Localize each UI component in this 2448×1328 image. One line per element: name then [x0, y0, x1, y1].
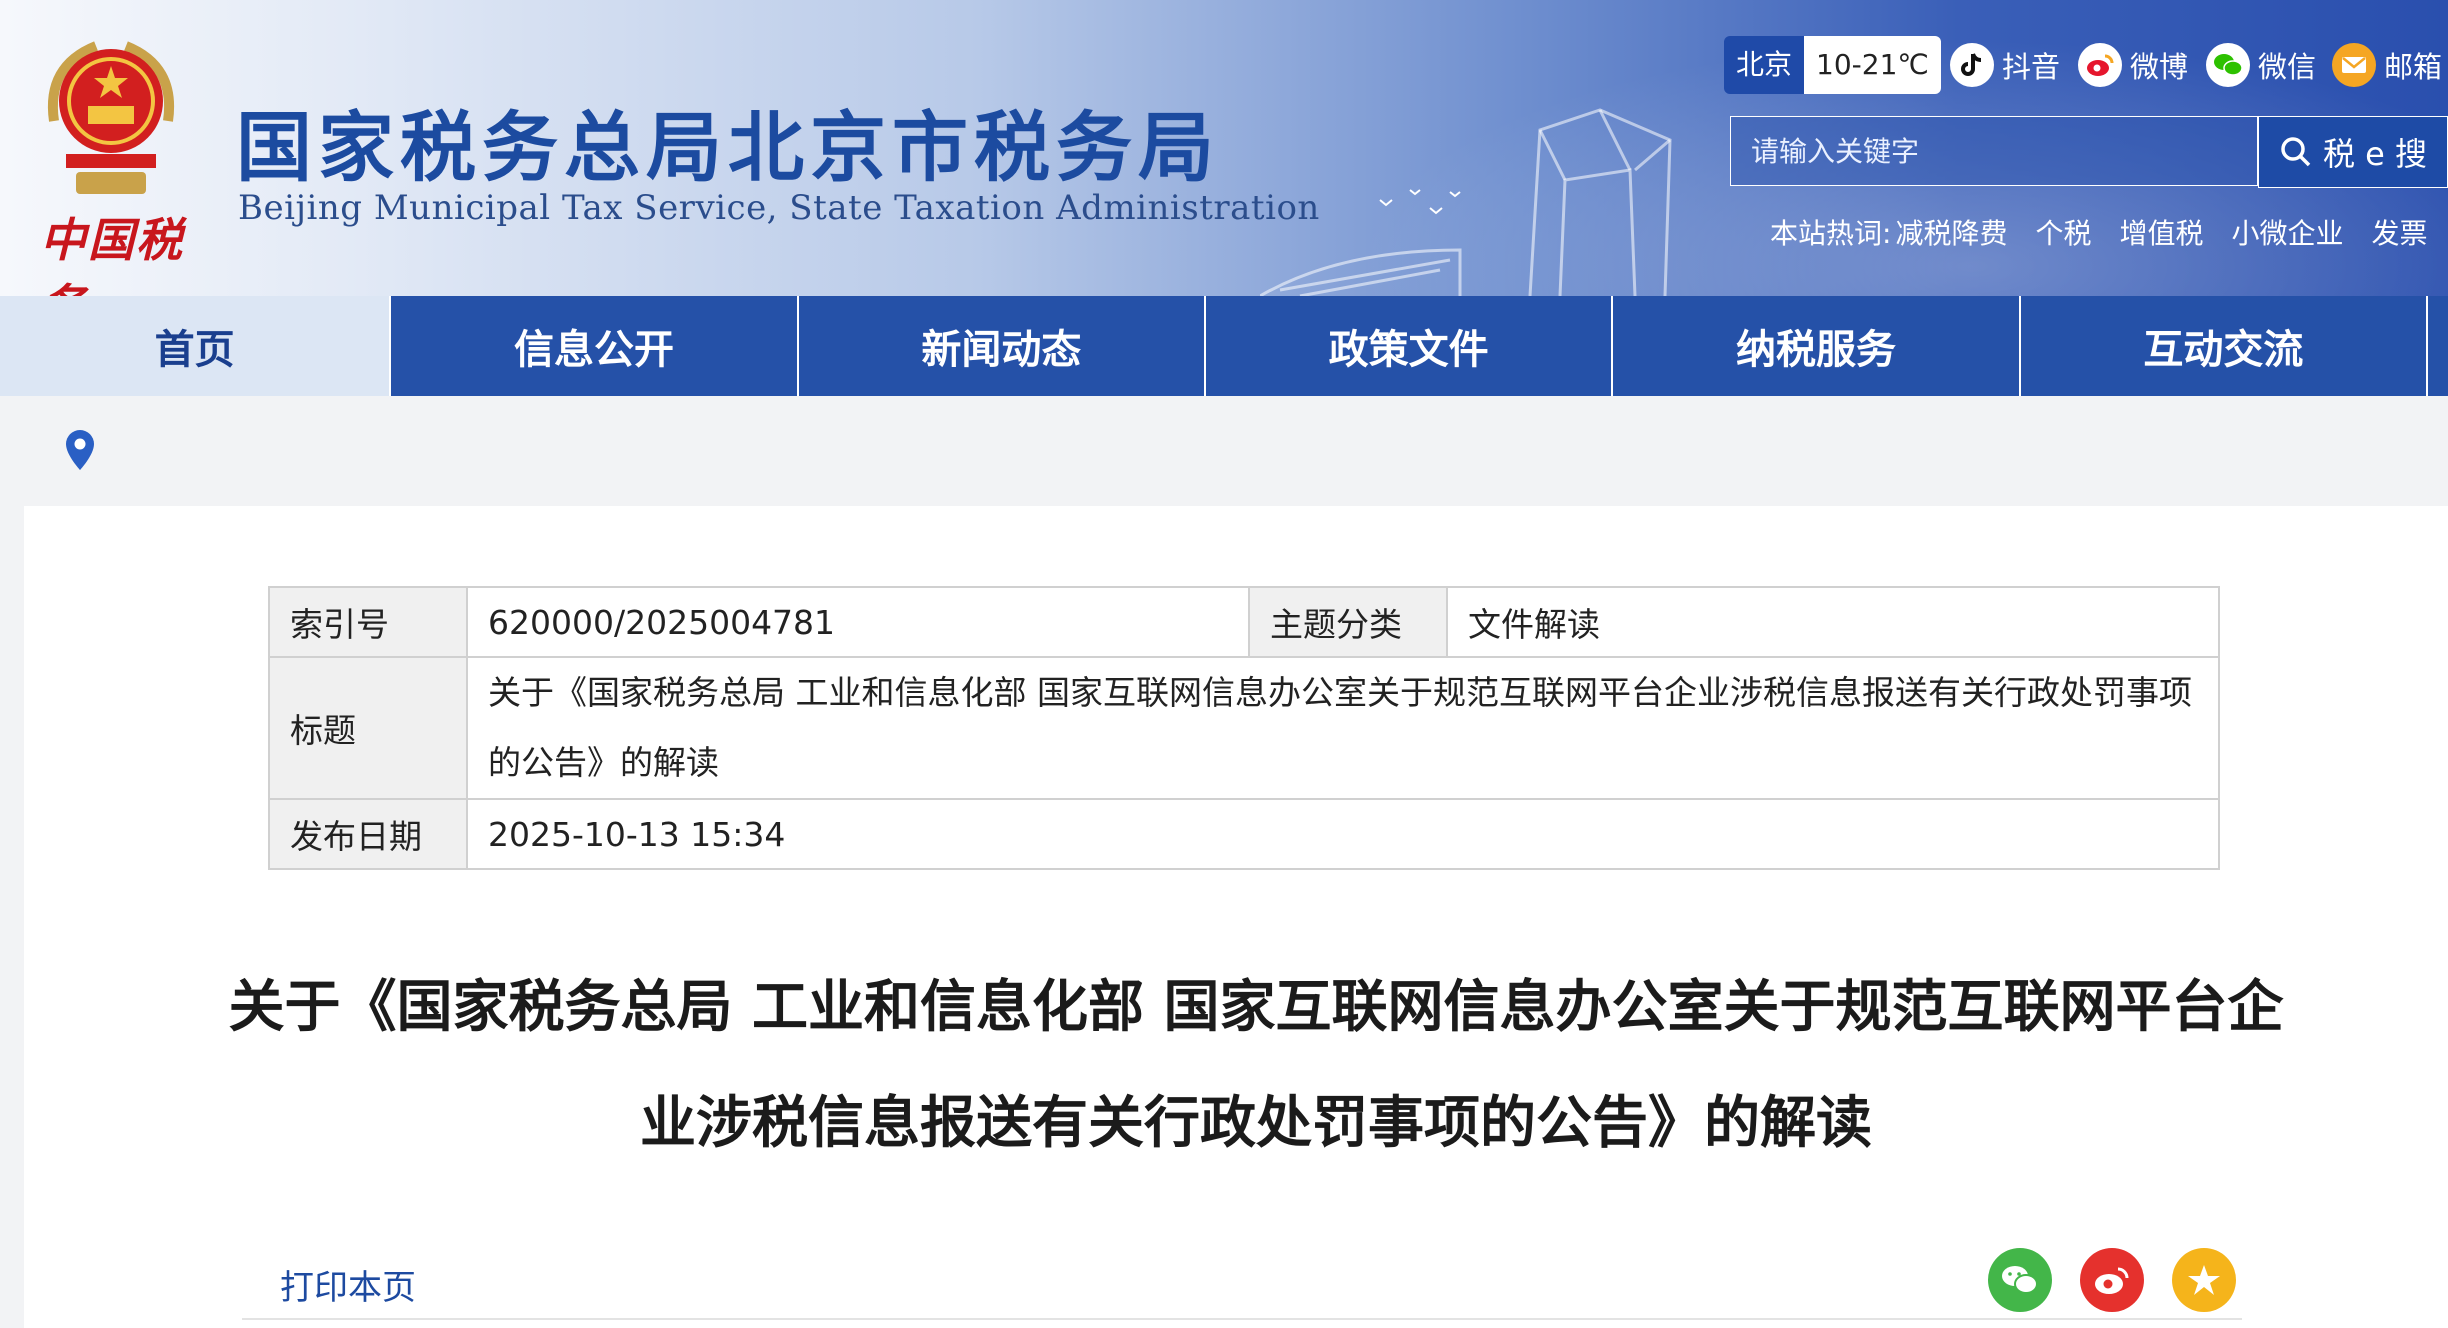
- publish-date-value: 2025-10-13 15:34: [466, 798, 2220, 870]
- document-meta-table: 索引号 620000/2025004781 主题分类 文件解读 标题 关于《国家…: [268, 586, 2220, 870]
- birds-illustration: [1379, 189, 1461, 215]
- wechat-share-icon[interactable]: [1988, 1248, 2052, 1312]
- mail-icon: [2332, 43, 2376, 87]
- nav-item-tax-service[interactable]: 纳税服务: [1613, 296, 2021, 396]
- weibo-icon: [2078, 43, 2122, 87]
- weather-widget: 北京 10-21℃: [1724, 36, 1941, 94]
- nav-item-overflow: [2428, 296, 2448, 396]
- site-title[interactable]: 国家税务总局北京市税务局: [236, 86, 1220, 196]
- social-label: 微博: [2130, 50, 2189, 84]
- hotword-link[interactable]: 个税: [2035, 212, 2091, 252]
- topic-category-value: 文件解读: [1446, 586, 2220, 658]
- hotword-link[interactable]: 减税降费: [1895, 212, 2007, 252]
- nav-item-interaction[interactable]: 互动交流: [2020, 296, 2428, 396]
- article-container: 索引号 620000/2025004781 主题分类 文件解读 标题 关于《国家…: [24, 506, 2448, 1328]
- social-weibo-link[interactable]: 微博: [2078, 40, 2188, 90]
- hotwords-bar: 本站热词: 减税降费 个税 增值税 小微企业 发票: [1770, 212, 2448, 252]
- topic-category-label: 主题分类: [1248, 586, 1448, 658]
- cctv-building-illustration: [1260, 108, 1672, 296]
- divider: [242, 1318, 2242, 1320]
- nav-item-info-disclosure[interactable]: 信息公开: [391, 296, 799, 396]
- social-douyin-link[interactable]: 抖音: [1950, 40, 2060, 90]
- main-nav: 首页 信息公开 新闻动态 政策文件 纳税服务 互动交流: [0, 296, 2448, 396]
- national-emblem-icon[interactable]: [36, 26, 186, 206]
- index-number-label: 索引号: [268, 586, 468, 658]
- china-tax-logo-text: 中国税务: [40, 213, 184, 296]
- index-number-value: 620000/2025004781: [466, 586, 1250, 658]
- weather-city: 北京: [1724, 36, 1805, 94]
- search-bar: 税 e 搜: [1730, 116, 2448, 188]
- qzone-share-icon[interactable]: [2172, 1248, 2236, 1312]
- search-input[interactable]: [1730, 116, 2258, 186]
- weather-temp: 10-21℃: [1804, 36, 1941, 94]
- search-icon: [2281, 137, 2311, 167]
- hotword-link[interactable]: 增值税: [2119, 212, 2203, 252]
- search-button[interactable]: 税 e 搜: [2258, 116, 2448, 188]
- article-title: 关于《国家税务总局 工业和信息化部 国家互联网信息办公室关于规范互联网平台企业涉…: [228, 975, 2284, 1156]
- wechat-icon: [2206, 43, 2250, 87]
- search-button-label: 税 e 搜: [2322, 135, 2428, 173]
- social-wechat-link[interactable]: 微信: [2206, 40, 2316, 90]
- nav-item-policy[interactable]: 政策文件: [1206, 296, 1614, 396]
- hotwords-label: 本站热词:: [1770, 217, 1892, 250]
- nav-item-home[interactable]: 首页: [0, 296, 392, 396]
- title-value: 关于《国家税务总局 工业和信息化部 国家互联网信息办公室关于规范互联网平台企业涉…: [466, 656, 2220, 800]
- weibo-share-icon[interactable]: [2080, 1248, 2144, 1312]
- title-label: 标题: [268, 656, 468, 800]
- hotword-link[interactable]: 发票: [2372, 212, 2428, 252]
- douyin-icon: [1950, 43, 1994, 87]
- hotword-link[interactable]: 小微企业: [2231, 212, 2343, 252]
- social-mail-link[interactable]: 邮箱: [2332, 40, 2442, 90]
- social-label: 微信: [2258, 50, 2317, 84]
- publish-date-label: 发布日期: [268, 798, 468, 870]
- print-page-link[interactable]: 打印本页: [280, 1260, 416, 1309]
- nav-item-news[interactable]: 新闻动态: [798, 296, 1207, 396]
- social-label: 邮箱: [2384, 50, 2443, 84]
- location-pin-icon: [66, 430, 94, 470]
- social-label: 抖音: [2002, 50, 2061, 84]
- site-subtitle: Beijing Municipal Tax Service, State Tax…: [238, 188, 1320, 228]
- site-header: 中国税务 国家税务总局北京市税务局 Beijing Municipal Tax …: [0, 0, 2448, 296]
